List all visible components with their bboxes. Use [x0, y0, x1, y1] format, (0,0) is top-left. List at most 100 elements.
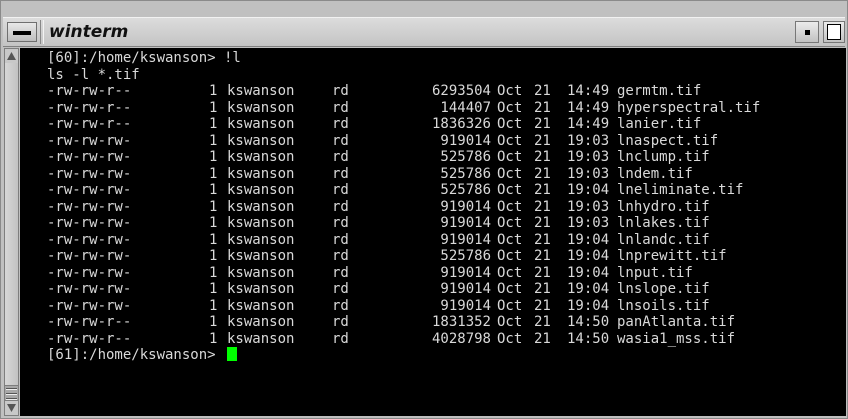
file-group: rd	[332, 132, 349, 149]
file-links: 1	[209, 330, 218, 347]
window-title: winterm	[49, 22, 129, 42]
file-day: 21	[534, 281, 551, 297]
file-size: 525786	[440, 182, 491, 198]
scroll-up-button[interactable]	[5, 49, 18, 64]
file-perm: -rw-rw-rw-	[47, 231, 132, 248]
prompt-line: [61]:/home/kswanson>	[47, 347, 846, 364]
file-time: 14:49	[567, 83, 610, 99]
file-time: 19:04	[567, 297, 610, 314]
maximize-icon[interactable]	[823, 21, 845, 43]
file-perm: -rw-rw-r--	[47, 83, 132, 99]
file-group: rd	[332, 281, 349, 297]
prompt-text: [61]:/home/kswanson>	[47, 347, 225, 363]
file-perm: -rw-rw-rw-	[47, 198, 132, 215]
file-day: 21	[534, 182, 551, 198]
file-size: 919014	[440, 297, 491, 314]
file-month: Oct	[497, 297, 523, 314]
file-size: 1831352	[431, 314, 491, 330]
file-month: Oct	[497, 264, 523, 281]
file-time: 19:04	[567, 281, 610, 297]
file-time: 19:04	[567, 248, 610, 264]
file-name: lnslope.tif	[617, 281, 710, 297]
file-perm: -rw-rw-r--	[47, 99, 132, 116]
file-owner: kswanson	[227, 297, 295, 314]
file-day: 21	[534, 314, 551, 330]
file-month: Oct	[497, 83, 523, 99]
terminal-output[interactable]: [60]:/home/kswanson> !l ls -l *.tif -rw-…	[20, 48, 846, 416]
file-size: 919014	[440, 281, 491, 297]
file-listing-row: -rw-rw-rw- 1 kswanson rd 919014 Oct 21 19:04 lnl…	[47, 232, 846, 249]
file-owner: kswanson	[227, 83, 295, 99]
file-month: Oct	[497, 248, 523, 264]
file-group: rd	[332, 215, 349, 231]
file-size: 919014	[440, 132, 491, 149]
file-time: 14:50	[567, 330, 610, 347]
scrollbar-grip[interactable]	[6, 385, 17, 401]
file-month: Oct	[497, 215, 523, 231]
file-links: 1	[209, 149, 218, 165]
file-month: Oct	[497, 165, 523, 182]
minimize-icon[interactable]	[795, 21, 819, 43]
scroll-down-button[interactable]	[5, 400, 18, 415]
file-links: 1	[209, 198, 218, 215]
file-group: rd	[332, 149, 349, 165]
file-time: 14:49	[567, 99, 610, 116]
file-name: lnprewitt.tif	[617, 248, 727, 264]
file-name: wasia1_mss.tif	[617, 330, 736, 347]
file-listing-row: -rw-rw-rw- 1 kswanson rd 919014 Oct 21 19:03 lnh…	[47, 199, 846, 216]
file-time: 19:04	[567, 182, 610, 198]
scrollbar-thumb[interactable]	[5, 63, 18, 386]
file-listing-row: -rw-rw-rw- 1 kswanson rd 919014 Oct 21 19:03 lnl…	[47, 215, 846, 232]
file-perm: -rw-rw-rw-	[47, 281, 132, 297]
file-name: lnhydro.tif	[617, 198, 710, 215]
file-links: 1	[209, 215, 218, 231]
file-listing-row: -rw-rw-rw- 1 kswanson rd 525786 Oct 21 19:03 lnc…	[47, 149, 846, 166]
file-name: germtm.tif	[617, 83, 702, 99]
file-month: Oct	[497, 330, 523, 347]
file-owner: kswanson	[227, 248, 295, 264]
vertical-scrollbar[interactable]	[4, 48, 19, 416]
file-day: 21	[534, 116, 551, 132]
file-group: rd	[332, 165, 349, 182]
file-owner: kswanson	[227, 215, 295, 231]
window-menu-bar	[13, 31, 31, 35]
file-group: rd	[332, 198, 349, 215]
file-listing-row: -rw-rw-r-- 1 kswanson rd 1836326 Oct 21 14:49 la…	[47, 116, 846, 133]
file-listing-row: -rw-rw-rw- 1 kswanson rd 919014 Oct 21 19:04 lns…	[47, 298, 846, 315]
file-month: Oct	[497, 116, 523, 132]
file-listing-row: -rw-rw-r-- 1 kswanson rd 1831352 Oct 21 14:50 pa…	[47, 314, 846, 331]
file-month: Oct	[497, 231, 523, 248]
file-listing-row: -rw-rw-rw- 1 kswanson rd 525786 Oct 21 19:03 lnd…	[47, 166, 846, 183]
file-name: lnput.tif	[617, 264, 693, 281]
file-owner: kswanson	[227, 165, 295, 182]
title-bar[interactable]: winterm	[3, 17, 845, 47]
file-time: 19:03	[567, 198, 610, 215]
window-menu-icon[interactable]	[7, 22, 37, 42]
file-owner: kswanson	[227, 99, 295, 116]
file-perm: -rw-rw-rw-	[47, 248, 132, 264]
file-perm: -rw-rw-rw-	[47, 149, 132, 165]
file-name: lnlandc.tif	[617, 231, 710, 248]
file-day: 21	[534, 132, 551, 149]
file-perm: -rw-rw-rw-	[47, 297, 132, 314]
terminal-line: [60]:/home/kswanson> !l	[47, 50, 241, 66]
file-day: 21	[534, 149, 551, 165]
file-name: lnclump.tif	[617, 149, 710, 165]
file-perm: -rw-rw-rw-	[47, 215, 132, 231]
file-links: 1	[209, 281, 218, 297]
file-month: Oct	[497, 99, 523, 116]
file-group: rd	[332, 182, 349, 198]
file-time: 14:50	[567, 314, 610, 330]
file-size: 6293504	[431, 83, 491, 99]
file-day: 21	[534, 83, 551, 99]
file-owner: kswanson	[227, 231, 295, 248]
file-month: Oct	[497, 281, 523, 297]
file-day: 21	[534, 165, 551, 182]
file-name: lanier.tif	[617, 116, 702, 132]
file-links: 1	[209, 264, 218, 281]
winterm-window: winterm [60]:/home/kswanson> !l ls -l *.…	[0, 0, 848, 419]
file-group: rd	[332, 231, 349, 248]
file-owner: kswanson	[227, 314, 295, 330]
file-name: panAtlanta.tif	[617, 314, 736, 330]
file-listing-row: -rw-rw-r-- 1 kswanson rd 144407 Oct 21 14:49 hyp…	[47, 100, 846, 117]
